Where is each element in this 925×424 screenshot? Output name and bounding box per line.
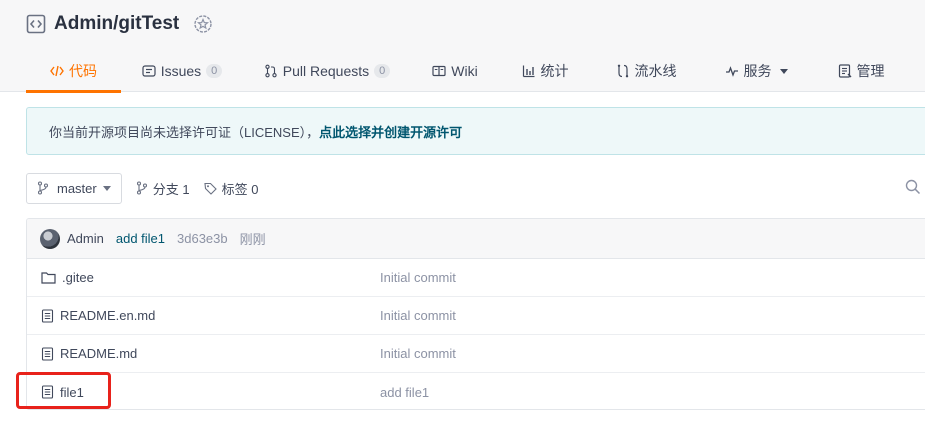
tab-stats-label: 统计 xyxy=(540,63,569,79)
file-icon xyxy=(41,308,54,323)
tab-service-label: 服务 xyxy=(743,63,772,79)
stats-icon xyxy=(522,65,534,78)
tab-stats[interactable]: 统计 xyxy=(499,50,591,92)
latest-commit-bar: Admin add file1 3d63e3b 刚刚 xyxy=(27,219,925,259)
file-link[interactable]: README.en.md xyxy=(41,308,155,323)
file-link[interactable]: .gitee xyxy=(41,270,94,285)
tab-manage-label: 管理 xyxy=(856,63,885,79)
tab-pipeline[interactable]: 流水线 xyxy=(591,50,701,92)
commit-sha[interactable]: 3d63e3b xyxy=(177,231,228,246)
branch-name: master xyxy=(57,180,97,196)
tab-service[interactable]: 服务 xyxy=(701,50,811,92)
issues-icon xyxy=(142,65,156,77)
tab-pull-requests-label: Pull Requests xyxy=(282,63,370,79)
file-name: .gitee xyxy=(62,270,94,285)
file-commit-message[interactable]: Initial commit xyxy=(380,270,456,285)
commit-time: 刚刚 xyxy=(239,232,266,247)
table-row: .gitee Initial commit xyxy=(27,259,925,297)
tab-manage[interactable]: 管理 xyxy=(811,50,911,92)
tab-pull-requests[interactable]: Pull Requests 0 xyxy=(243,50,411,92)
repo-tabs: 代码 Issues 0 Pull Requests 0 Wiki 统计 流水线 … xyxy=(26,50,911,93)
manage-icon xyxy=(838,64,851,78)
highlight-box xyxy=(16,372,111,409)
avatar[interactable] xyxy=(40,228,60,249)
tags-link[interactable]: 标签 0 xyxy=(203,179,259,198)
license-notice: 你当前开源项目尚未选择许可证（LICENSE）， 点此选择并创建开源许可 xyxy=(26,107,925,155)
chevron-down-icon xyxy=(779,68,788,74)
service-icon xyxy=(725,66,738,77)
tags-label: 标签 0 xyxy=(221,181,259,197)
pull-request-icon xyxy=(265,64,277,78)
repo-header: Admin/gitTest 代码 Issues 0 Pull Requests … xyxy=(0,0,925,93)
folder-icon xyxy=(41,272,56,284)
file-commit-message[interactable]: add file1 xyxy=(380,385,429,400)
tag-icon xyxy=(203,182,217,195)
pull-requests-count-badge: 0 xyxy=(374,64,391,78)
file-table: Admin add file1 3d63e3b 刚刚 .gitee Initia… xyxy=(26,218,925,410)
file-commit-message[interactable]: Initial commit xyxy=(380,346,456,361)
tab-code-label: 代码 xyxy=(69,63,97,79)
file-commit-message[interactable]: Initial commit xyxy=(380,308,456,323)
table-row: README.en.md Initial commit xyxy=(27,297,925,335)
tab-code[interactable]: 代码 xyxy=(26,50,121,93)
repo-code-icon xyxy=(26,14,46,34)
table-row: file1 add file1 xyxy=(27,373,925,409)
code-icon xyxy=(50,65,64,77)
tab-wiki-label: Wiki xyxy=(451,63,478,79)
recommended-badge-icon[interactable] xyxy=(193,14,213,34)
tab-issues[interactable]: Issues 0 xyxy=(121,50,243,92)
chevron-down-icon xyxy=(102,185,111,191)
issues-count-badge: 0 xyxy=(206,64,223,78)
license-notice-text: 你当前开源项目尚未选择许可证（LICENSE）， xyxy=(49,124,320,140)
tab-issues-label: Issues xyxy=(160,63,202,79)
pipeline-icon xyxy=(617,64,628,78)
branch-icon xyxy=(37,181,49,195)
repo-title: Admin/gitTest xyxy=(26,12,213,36)
branches-link[interactable]: 分支 1 xyxy=(136,179,190,198)
create-license-link[interactable]: 点此选择并创建开源许可 xyxy=(319,122,462,141)
wiki-icon xyxy=(432,65,446,77)
file-name: README.md xyxy=(60,346,138,361)
commit-message[interactable]: add file1 xyxy=(116,231,165,246)
commit-author[interactable]: Admin xyxy=(67,231,104,246)
search-icon[interactable] xyxy=(905,179,921,200)
branches-label: 分支 1 xyxy=(152,181,190,197)
branch-toolbar: master 分支 1 标签 0 xyxy=(26,172,258,204)
branch-select[interactable]: master xyxy=(26,172,122,204)
table-row: README.md Initial commit xyxy=(27,335,925,373)
file-name: README.en.md xyxy=(60,308,156,323)
branch-icon xyxy=(136,181,147,195)
file-link[interactable]: README.md xyxy=(41,346,137,361)
tab-wiki[interactable]: Wiki xyxy=(411,50,499,92)
tab-pipeline-label: 流水线 xyxy=(634,63,677,79)
repo-name[interactable]: Admin/gitTest xyxy=(54,13,179,35)
file-icon xyxy=(41,346,54,361)
